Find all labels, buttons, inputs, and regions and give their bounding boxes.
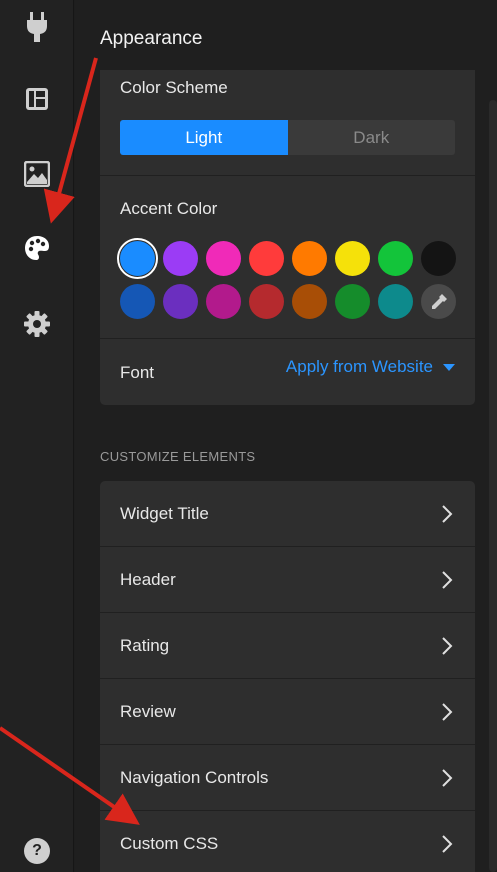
accent-swatch[interactable] — [292, 284, 327, 319]
customize-row[interactable]: Widget Title — [100, 481, 475, 547]
customize-row-label: Rating — [120, 635, 170, 655]
customize-row-label: Custom CSS — [120, 833, 219, 853]
appearance-settings-card: Color Scheme Light Dark Accent Color Fon… — [100, 70, 475, 405]
chevron-right-icon — [439, 768, 455, 788]
gear-icon[interactable] — [22, 309, 52, 339]
font-select[interactable]: Apply from Website — [286, 357, 455, 377]
accent-swatch[interactable] — [163, 284, 198, 319]
customize-row-label: Header — [120, 569, 176, 589]
font-label: Font — [120, 363, 155, 382]
customize-row[interactable]: Navigation Controls — [100, 745, 475, 811]
page-title: Appearance — [100, 28, 203, 49]
accent-swatch[interactable] — [163, 241, 198, 276]
divider — [100, 338, 475, 339]
chevron-right-icon — [439, 504, 455, 524]
chevron-right-icon — [439, 570, 455, 590]
accent-swatch[interactable] — [249, 241, 284, 276]
layout-icon[interactable] — [22, 84, 52, 114]
image-icon[interactable] — [22, 159, 52, 189]
font-select-value: Apply from Website — [285, 357, 433, 376]
plug-icon[interactable] — [22, 12, 52, 42]
help-icon[interactable]: ? — [24, 838, 50, 864]
caret-down-icon — [443, 363, 455, 371]
customize-row[interactable]: Header — [100, 547, 475, 613]
scrollbar[interactable] — [489, 100, 497, 872]
divider — [100, 175, 475, 176]
customize-row[interactable]: Rating — [100, 613, 475, 679]
scheme-light-option[interactable]: Light — [120, 120, 288, 155]
chevron-right-icon — [439, 834, 455, 854]
customize-row[interactable]: Review — [100, 679, 475, 745]
customize-row[interactable]: Custom CSS — [100, 811, 475, 872]
scheme-dark-option[interactable]: Dark — [288, 120, 456, 155]
accent-swatch[interactable] — [378, 284, 413, 319]
accent-swatch[interactable] — [249, 284, 284, 319]
accent-swatches-row-1 — [117, 238, 460, 279]
accent-swatch[interactable] — [206, 284, 241, 319]
customize-row-label: Navigation Controls — [120, 767, 269, 787]
accent-swatch[interactable] — [335, 241, 370, 276]
chevron-right-icon — [439, 702, 455, 722]
accent-swatch[interactable] — [421, 241, 456, 276]
customize-row-label: Widget Title — [120, 503, 209, 523]
customize-row-label: Review — [120, 701, 176, 721]
color-scheme-label: Color Scheme — [120, 78, 228, 97]
icon-rail: ? — [0, 0, 74, 872]
accent-swatch[interactable] — [117, 238, 158, 279]
appearance-panel: Appearance Color Scheme Light Dark Accen… — [75, 0, 497, 872]
accent-swatch[interactable] — [292, 241, 327, 276]
accent-swatch[interactable] — [378, 241, 413, 276]
customize-elements-list: Widget Title Header Rating Review Navigation… — [100, 481, 475, 872]
accent-swatch[interactable] — [206, 241, 241, 276]
accent-color-label: Accent Color — [120, 199, 218, 218]
accent-swatch[interactable] — [335, 284, 370, 319]
accent-swatches-row-2 — [120, 284, 460, 319]
customize-elements-heading: CUSTOMIZE ELEMENTS — [100, 449, 256, 464]
accent-swatch[interactable] — [120, 284, 155, 319]
chevron-right-icon — [439, 636, 455, 656]
palette-icon[interactable] — [22, 233, 52, 263]
color-scheme-toggle: Light Dark — [120, 120, 455, 155]
eyedropper-icon[interactable] — [421, 284, 456, 319]
